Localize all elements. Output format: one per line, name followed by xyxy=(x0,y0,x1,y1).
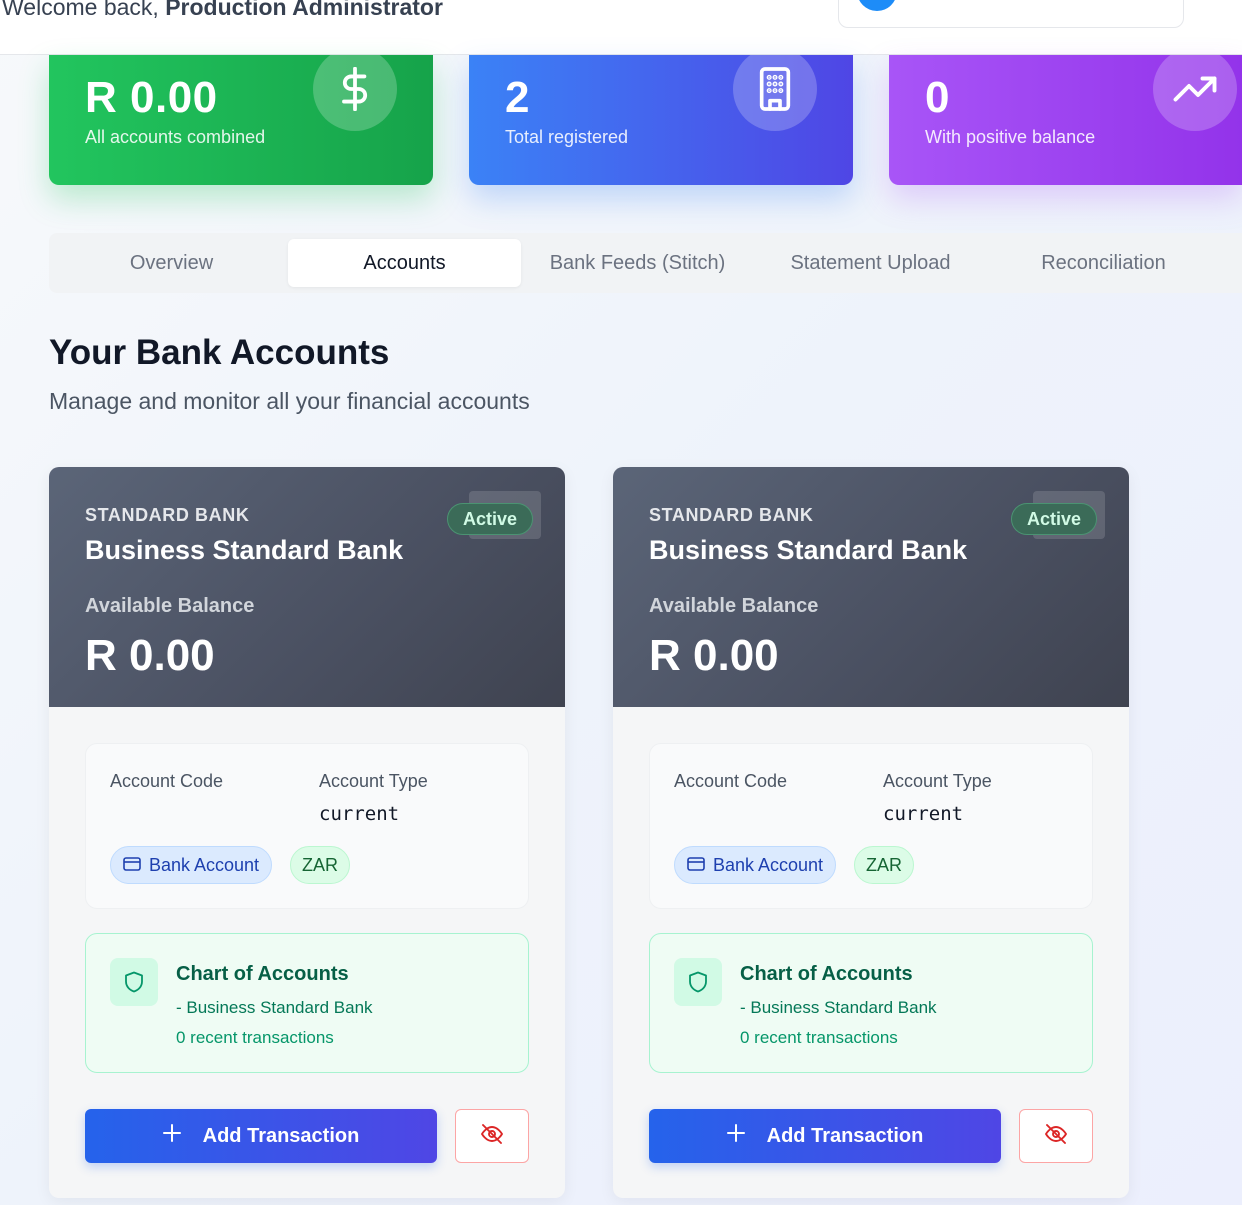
add-transaction-label: Add Transaction xyxy=(202,1124,360,1147)
eye-off-icon xyxy=(1044,1123,1068,1150)
chart-of-accounts-panel: Chart of Accounts - Business Standard Ba… xyxy=(85,933,529,1073)
account-type-label: Account Type xyxy=(883,771,992,791)
hide-account-button[interactable] xyxy=(455,1109,529,1163)
balance-value: R 0.00 xyxy=(649,631,779,680)
account-card: STANDARD BANK Business Standard Bank Act… xyxy=(49,467,565,1198)
coa-account-name: - Business Standard Bank xyxy=(740,998,937,1017)
shield-icon xyxy=(674,958,722,1006)
credit-card-icon xyxy=(123,855,141,876)
account-details: Account Code Account Type current Bank A… xyxy=(649,743,1093,909)
plus-icon xyxy=(726,1124,745,1148)
stat-card-total-accounts: 2 Total registered xyxy=(469,55,853,185)
coa-title[interactable]: Chart of Accounts xyxy=(176,963,349,986)
chart-of-accounts-panel: Chart of Accounts - Business Standard Ba… xyxy=(649,933,1093,1073)
stat-label: Total registered xyxy=(505,127,629,147)
tab-accounts[interactable]: Accounts xyxy=(288,239,521,287)
stat-card-total-balance: R 0.00 All accounts combined xyxy=(49,55,433,185)
bank-account-chip: Bank Account xyxy=(110,846,272,884)
eye-off-icon xyxy=(480,1123,504,1150)
currency-chip: ZAR xyxy=(290,846,350,884)
coa-title[interactable]: Chart of Accounts xyxy=(740,963,913,986)
balance-label: Available Balance xyxy=(85,595,255,617)
coa-transaction-count: 0 recent transactions xyxy=(176,1028,334,1047)
balance-value: R 0.00 xyxy=(85,631,215,680)
currency-chip: ZAR xyxy=(854,846,914,884)
coa-account-name: - Business Standard Bank xyxy=(176,998,373,1017)
welcome-message: Welcome back, Production Administrator xyxy=(2,0,443,21)
user-name: Production Administrator xyxy=(165,0,443,20)
account-card: STANDARD BANK Business Standard Bank Act… xyxy=(613,467,1129,1198)
add-transaction-button[interactable]: Add Transaction xyxy=(85,1109,437,1163)
bank-name: STANDARD BANK xyxy=(85,505,250,525)
status-badge: Active xyxy=(447,503,534,535)
tab-overview[interactable]: Overview xyxy=(55,239,288,287)
dollar-icon xyxy=(313,55,397,131)
add-transaction-button[interactable]: Add Transaction xyxy=(649,1109,1001,1163)
section-subtitle: Manage and monitor all your financial ac… xyxy=(49,388,530,414)
stat-card-positive-accounts: 0 With positive balance xyxy=(889,55,1242,185)
account-type-label: Account Type xyxy=(319,771,428,791)
stat-label: All accounts combined xyxy=(85,127,266,147)
account-card-header: STANDARD BANK Business Standard Bank Act… xyxy=(49,467,565,707)
chip-label: Bank Account xyxy=(712,854,824,875)
top-bar: Welcome back, Production Administrator p… xyxy=(0,0,1242,55)
tab-bank-feeds[interactable]: Bank Feeds (Stitch) xyxy=(521,239,754,287)
account-card-header: STANDARD BANK Business Standard Bank Act… xyxy=(613,467,1129,707)
account-name: Business Standard Bank xyxy=(649,535,968,565)
bank-name: STANDARD BANK xyxy=(649,505,814,525)
organization-selector[interactable]: professional_services xyxy=(838,0,1184,28)
tab-reconciliation[interactable]: Reconciliation xyxy=(987,239,1220,287)
stat-value: 0 xyxy=(925,73,950,122)
stat-label: With positive balance xyxy=(925,127,1096,147)
credit-card-icon xyxy=(687,855,705,876)
account-code-label: Account Code xyxy=(674,771,788,791)
tab-bar: Overview Accounts Bank Feeds (Stitch) St… xyxy=(49,233,1242,293)
status-badge: Active xyxy=(1011,503,1098,535)
add-transaction-label: Add Transaction xyxy=(766,1124,924,1147)
tab-statement-upload[interactable]: Statement Upload xyxy=(754,239,987,287)
chip-label: Bank Account xyxy=(148,854,260,875)
org-type: professional_services xyxy=(929,0,1083,1)
welcome-prefix: Welcome back, xyxy=(2,0,166,20)
account-type-value: current xyxy=(883,803,964,825)
org-avatar xyxy=(857,0,897,11)
coa-transaction-count: 0 recent transactions xyxy=(740,1028,898,1047)
building-icon xyxy=(733,55,817,131)
account-type-value: current xyxy=(319,803,400,825)
bank-account-chip: Bank Account xyxy=(674,846,836,884)
stat-value: R 0.00 xyxy=(85,73,218,122)
stat-value: 2 xyxy=(505,73,530,122)
hide-account-button[interactable] xyxy=(1019,1109,1093,1163)
section-title: Your Bank Accounts xyxy=(49,333,390,372)
balance-label: Available Balance xyxy=(649,595,819,617)
trending-up-icon xyxy=(1153,55,1237,131)
account-name: Business Standard Bank xyxy=(85,535,404,565)
plus-icon xyxy=(162,1124,181,1148)
shield-icon xyxy=(110,958,158,1006)
account-code-label: Account Code xyxy=(110,771,224,791)
account-details: Account Code Account Type current Bank A… xyxy=(85,743,529,909)
